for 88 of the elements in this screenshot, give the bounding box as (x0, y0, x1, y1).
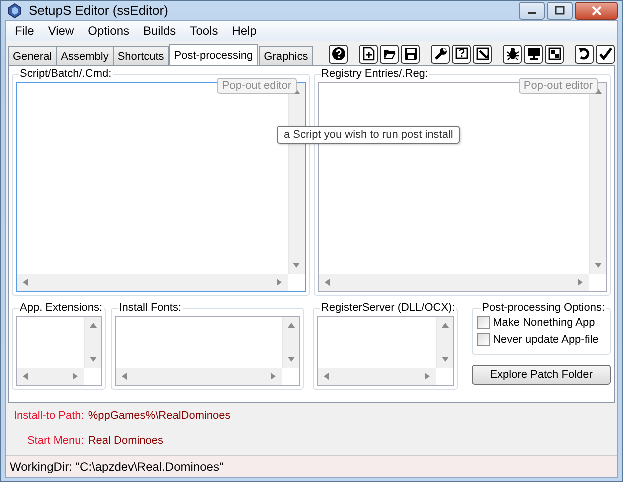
scroll-left-icon (21, 278, 30, 287)
checkbox[interactable] (477, 316, 490, 329)
window-icon (548, 47, 562, 61)
field-label: Install-to Path: (14, 410, 84, 424)
bug-icon (506, 47, 520, 61)
tab[interactable]: Assembly (56, 46, 114, 65)
help-icon (332, 47, 346, 61)
horizontal-scrollbar[interactable] (17, 368, 84, 385)
toolbar-button[interactable] (452, 44, 471, 64)
group-label: RegisterServer (DLL/OCX): (320, 302, 456, 314)
toolbar-button[interactable] (359, 44, 378, 64)
field-label: Start Menu: (26, 435, 84, 449)
scroll-left-icon (21, 372, 30, 381)
app-icon (7, 2, 23, 18)
scroll-left-icon (322, 372, 332, 381)
text-area[interactable] (115, 316, 300, 386)
status-bar: WorkingDir: "C:\apzdev\Real.Dominoes" (6, 455, 617, 477)
vertical-scrollbar[interactable] (84, 317, 102, 368)
toolbar-button[interactable] (503, 44, 522, 64)
scroll-down-icon (88, 355, 98, 364)
text-area[interactable] (317, 316, 454, 386)
horizontal-scrollbar[interactable] (318, 368, 436, 385)
tab[interactable]: Post-processing (169, 44, 258, 66)
group-label: App. Extensions: (19, 302, 104, 314)
scroll-right-icon (269, 372, 278, 381)
folder-icon (382, 47, 396, 61)
checkbox[interactable] (477, 333, 490, 346)
scroll-right-icon (71, 372, 80, 381)
tab[interactable]: Graphics (259, 46, 314, 65)
scroll-down-icon (292, 261, 301, 270)
edit-icon (476, 47, 490, 61)
wrench-icon (434, 47, 448, 61)
scroll-up-icon (88, 321, 98, 330)
field-value: %ppGames%\RealDominoes (88, 410, 231, 424)
menu-item[interactable]: Options (81, 21, 136, 41)
toolbar-button[interactable] (596, 44, 615, 64)
menu-item[interactable]: View (41, 21, 82, 41)
horizontal-scrollbar[interactable] (116, 368, 282, 385)
close-button[interactable] (575, 2, 618, 20)
explore-patch-folder-button[interactable]: Explore Patch Folder (472, 365, 611, 385)
scroll-down-icon (440, 355, 450, 364)
maximize-button[interactable] (547, 2, 573, 20)
check-icon (598, 47, 612, 61)
toolbar-button[interactable] (431, 44, 450, 64)
menu-item[interactable]: Tools (183, 21, 226, 41)
field-value: Real Dominoes (88, 435, 165, 449)
menu-item[interactable]: Builds (136, 21, 184, 41)
toolbar-button[interactable] (473, 44, 492, 64)
minimize-button[interactable] (519, 2, 545, 20)
horizontal-scrollbar[interactable] (318, 274, 589, 291)
scroll-up-icon (286, 321, 296, 330)
scroll-down-icon (594, 261, 602, 270)
toolbar-button[interactable] (575, 44, 594, 64)
toolbar-button[interactable] (380, 44, 399, 64)
scroll-left-icon (120, 372, 130, 381)
group-label: Install Fonts: (118, 302, 183, 314)
scroll-left-icon (322, 278, 332, 287)
undo-icon (578, 47, 592, 61)
help-window-icon (454, 47, 468, 61)
toolbar-button[interactable] (524, 44, 543, 64)
group-label: Registry Entries/.Reg: (320, 68, 430, 80)
scroll-up-icon (440, 321, 450, 330)
text-area[interactable] (16, 316, 102, 386)
new-file-icon (362, 47, 376, 61)
maximize-icon (555, 6, 565, 16)
toolbar-button[interactable] (401, 44, 420, 64)
close-icon (592, 6, 602, 16)
vertical-scrollbar[interactable] (282, 317, 300, 368)
group-label: Script/Batch/.Cmd: (19, 68, 113, 80)
tab[interactable]: General (8, 46, 58, 65)
menu-item[interactable]: Help (225, 21, 264, 41)
checkbox-option[interactable]: Never update App-file (477, 333, 606, 346)
monitor-icon (526, 47, 540, 61)
toolbar-button[interactable] (545, 44, 564, 64)
scroll-down-icon (286, 355, 296, 364)
checkbox-option[interactable]: Make Nonething App (477, 316, 606, 329)
toolbar-button[interactable] (329, 44, 348, 64)
tooltip: a Script you wish to run post install (277, 126, 460, 144)
scroll-right-icon (576, 278, 585, 287)
scroll-right-icon (423, 372, 432, 381)
horizontal-scrollbar[interactable] (17, 274, 288, 291)
menu-item[interactable]: File (8, 21, 42, 41)
tab[interactable]: Shortcuts (112, 46, 170, 65)
group-label: Post-processing Options: (481, 302, 606, 314)
scroll-right-icon (274, 278, 284, 287)
vertical-scrollbar[interactable] (436, 317, 454, 368)
window-title: SetupS Editor (ssEditor) (29, 3, 168, 18)
save-icon (404, 47, 418, 61)
